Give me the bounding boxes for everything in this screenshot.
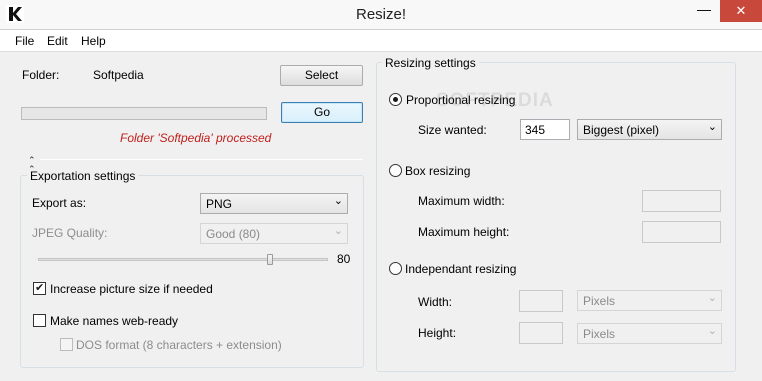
section-divider (40, 159, 363, 160)
menu-bar: File Edit Help (0, 30, 762, 52)
export-as-label: Export as: (32, 196, 87, 210)
export-format-dropdown[interactable]: PNG ⌄ (200, 193, 348, 214)
proportional-radio[interactable] (389, 93, 402, 106)
max-height-label: Maximum height: (418, 225, 510, 239)
chevron-down-icon: ⌄ (333, 195, 343, 207)
max-height-input[interactable] (642, 221, 721, 243)
size-wanted-input[interactable]: 345 (520, 119, 570, 140)
folder-label: Folder: (22, 68, 60, 82)
folder-value: Softpedia (93, 68, 144, 82)
status-message: Folder 'Softpedia' processed (120, 131, 272, 145)
close-button[interactable]: ✕ (720, 0, 762, 22)
jpeg-quality-value: Good (80) (206, 227, 261, 241)
height-input[interactable] (519, 322, 563, 344)
independent-resizing-radio[interactable] (389, 262, 402, 275)
box-resizing-radio[interactable] (389, 164, 402, 177)
web-ready-checkbox[interactable] (33, 314, 46, 327)
chevron-down-icon: ⌄ (707, 292, 717, 304)
max-width-input[interactable] (642, 190, 721, 212)
resizing-settings-title: Resizing settings (382, 56, 479, 70)
max-width-label: Maximum width: (418, 194, 505, 208)
size-mode-dropdown[interactable]: Biggest (pixel) ⌄ (577, 119, 722, 140)
proportional-label[interactable]: Proportional resizing (406, 93, 515, 107)
web-ready-label[interactable]: Make names web-ready (50, 314, 178, 328)
height-unit-dropdown[interactable]: Pixels ⌄ (577, 323, 722, 344)
progress-bar (21, 107, 267, 120)
window-title: Resize! (355, 6, 407, 23)
height-label: Height: (418, 326, 457, 340)
chevron-down-icon: ⌄ (707, 325, 717, 337)
go-button[interactable]: Go (281, 102, 363, 123)
export-format-value: PNG (206, 197, 233, 211)
select-button[interactable]: Select (280, 65, 363, 86)
menu-file[interactable]: File (15, 34, 34, 48)
quality-number: 80 (337, 252, 351, 266)
width-label: Width: (418, 295, 453, 309)
increase-size-label[interactable]: Increase picture size if needed (50, 282, 213, 296)
size-wanted-label: Size wanted: (418, 123, 487, 137)
chevron-down-icon: ⌄ (707, 121, 717, 133)
dos-format-label: DOS format (8 characters + extension) (76, 338, 282, 352)
dos-format-checkbox[interactable] (60, 338, 73, 351)
width-unit-dropdown[interactable]: Pixels ⌄ (577, 290, 722, 311)
menu-help[interactable]: Help (81, 34, 106, 48)
width-input[interactable] (519, 290, 563, 312)
box-resizing-label[interactable]: Box resizing (405, 164, 470, 178)
quality-slider-thumb[interactable] (267, 254, 273, 265)
menu-edit[interactable]: Edit (47, 34, 68, 48)
exportation-settings-title: Exportation settings (27, 169, 139, 183)
chevron-down-icon: ⌄ (333, 225, 343, 237)
independent-resizing-label[interactable]: Independant resizing (405, 262, 516, 276)
jpeg-quality-label: JPEG Quality: (32, 226, 108, 240)
width-unit-value: Pixels (583, 294, 616, 308)
height-unit-value: Pixels (583, 327, 616, 341)
main-panel: Folder: Softpedia Select Go Folder 'Soft… (0, 52, 762, 381)
title-bar: Resize! — ✕ (0, 0, 762, 30)
minimize-button[interactable]: — (690, 0, 718, 22)
jpeg-quality-dropdown[interactable]: Good (80) ⌄ (200, 223, 348, 244)
increase-size-checkbox[interactable] (33, 281, 46, 295)
size-mode-value: Biggest (pixel) (583, 123, 660, 137)
quality-slider-track[interactable] (38, 258, 328, 261)
